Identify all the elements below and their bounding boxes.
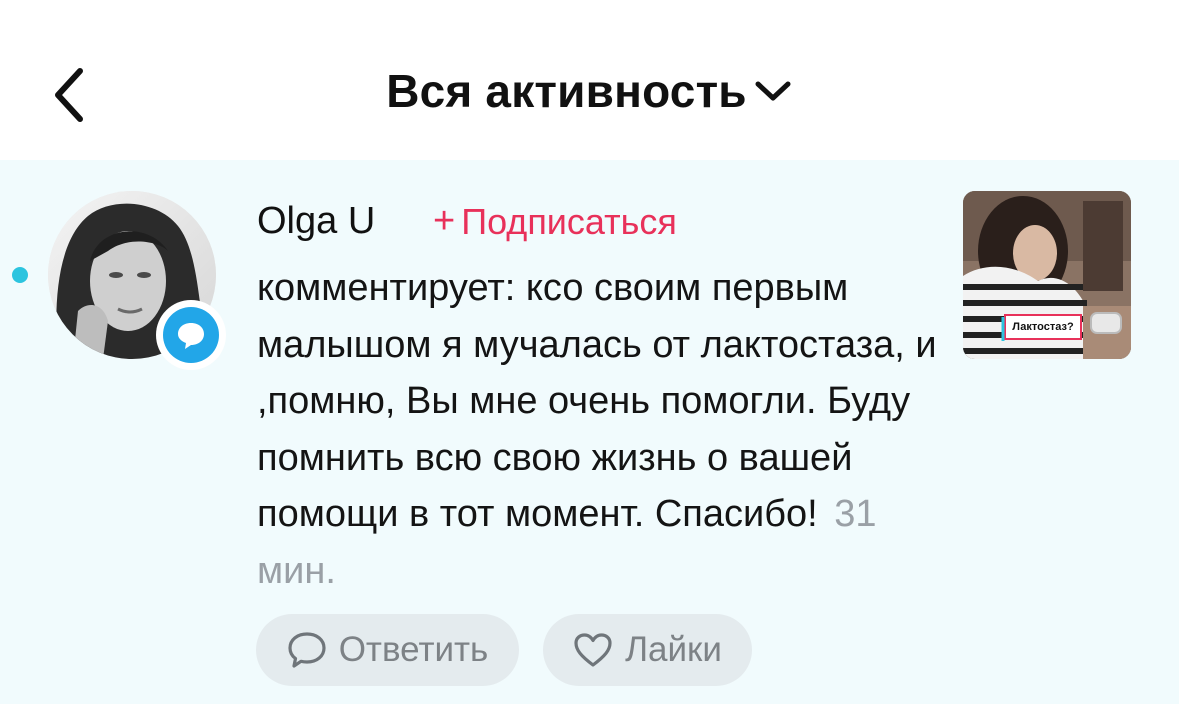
follow-button[interactable]: + Подписаться	[433, 200, 677, 243]
like-label: Лайки	[625, 630, 722, 669]
heart-outline-icon	[574, 633, 612, 667]
follow-label: Подписаться	[461, 200, 677, 242]
chevron-down-icon	[755, 81, 791, 101]
plus-icon: +	[433, 200, 456, 242]
unread-indicator	[12, 267, 28, 283]
reply-label: Ответить	[338, 630, 489, 669]
thumbnail-caption: Лактостаз?	[1012, 321, 1074, 333]
user-name[interactable]: Olga U	[257, 200, 375, 243]
top-bar: Вся активность	[0, 0, 1179, 160]
comment-bubble-icon	[178, 323, 204, 349]
page-title: Вся активность	[386, 65, 747, 117]
comment-badge	[156, 300, 226, 370]
like-button[interactable]: Лайки	[543, 614, 752, 686]
comment-text-block: комментирует: ксо своим первым малышом я…	[257, 260, 947, 599]
reply-button[interactable]: Ответить	[256, 614, 519, 686]
speech-bubble-icon	[288, 632, 326, 668]
activity-filter-dropdown[interactable]: Вся активность	[386, 64, 793, 118]
video-thumbnail[interactable]: Лактостаз?	[963, 191, 1131, 359]
